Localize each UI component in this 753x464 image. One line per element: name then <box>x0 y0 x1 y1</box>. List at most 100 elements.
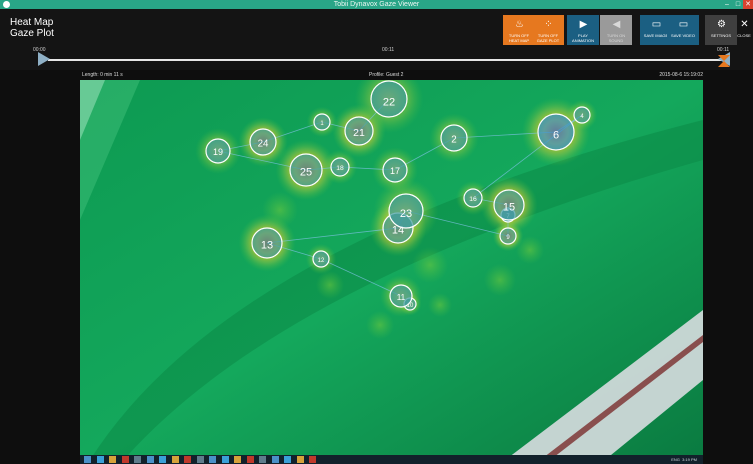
taskbar-app-icon[interactable] <box>284 456 291 463</box>
fixation-22[interactable]: 22 <box>370 80 408 118</box>
fixation-11[interactable]: 11 <box>389 284 413 308</box>
taskbar-app-icon[interactable] <box>159 456 166 463</box>
heat-spot-faint <box>262 192 298 228</box>
timeline: 00:00 00:11 00:11 <box>0 46 753 70</box>
gazeplot-button[interactable]: ⁘ TURN OFF GAZE PLOT <box>532 15 564 45</box>
heat-spot-faint <box>366 311 394 339</box>
close-button[interactable]: ✕ CLOSE <box>735 15 753 45</box>
toolbar-button-label: TURN ON SOUND <box>606 33 626 43</box>
fixation-15[interactable]: 15 <box>493 189 525 221</box>
heat-spot-faint <box>428 293 452 317</box>
sound-icon: ◀ <box>612 19 621 30</box>
taskbar-app-icon[interactable] <box>196 456 204 463</box>
length-label: Length: 0 min 11 s <box>82 72 123 78</box>
fixation-21[interactable]: 21 <box>344 116 374 146</box>
fixation-6[interactable]: 6 <box>537 113 575 151</box>
fixation-number: 24 <box>258 139 269 150</box>
heat-spot-faint <box>516 236 544 264</box>
toolbar-button-label: CLOSE <box>737 33 751 38</box>
taskbar-app-icon[interactable] <box>134 456 141 463</box>
visualization-modes: Heat Map Gaze Plot <box>10 17 54 39</box>
gear-button[interactable]: ⚙ SETTINGS <box>705 15 737 45</box>
window-close-button[interactable]: ✕ <box>743 0 753 9</box>
title-bar: Tobii Dynavox Gaze Viewer – □ ✕ <box>0 0 753 9</box>
fixation-2[interactable]: 2 <box>440 124 468 152</box>
taskbar-app-icon[interactable] <box>309 456 316 463</box>
window-title: Tobii Dynavox Gaze Viewer <box>333 1 420 8</box>
toolbar-button-label: SAVE IMAGE <box>643 33 669 38</box>
fixation-18[interactable]: 18 <box>330 157 350 177</box>
heatmap-button[interactable]: ♨ TURN OFF HEAT MAP <box>503 15 535 45</box>
mode-gaze-plot[interactable]: Gaze Plot <box>10 28 54 39</box>
taskbar-app-icon[interactable] <box>234 456 241 463</box>
fixation-number: 18 <box>336 165 344 172</box>
playhead-marker[interactable] <box>718 55 730 67</box>
heat-spot-faint <box>484 264 516 296</box>
taskbar-app-icon[interactable] <box>246 456 254 463</box>
fixation-number: 23 <box>400 208 412 220</box>
taskbar-app-icon[interactable] <box>184 456 191 463</box>
fixation-number: 21 <box>353 127 365 139</box>
fixation-number: 6 <box>553 129 559 141</box>
close-icon: ✕ <box>740 19 749 30</box>
fixation-number: 12 <box>318 258 325 264</box>
taskbar-app-icon[interactable] <box>121 456 129 463</box>
taskbar-app-icon[interactable] <box>221 456 229 463</box>
play-button[interactable]: ▶ PLAY ANIMATION <box>567 15 599 45</box>
maximize-button[interactable]: □ <box>733 0 743 9</box>
fixation-1[interactable]: 1 <box>313 113 331 131</box>
toolbar-button-label: PLAY ANIMATION <box>572 33 594 43</box>
fixation-25[interactable]: 25 <box>289 153 323 187</box>
fixation-number: 25 <box>300 167 312 179</box>
fixation-19[interactable]: 19 <box>205 138 231 164</box>
toolbar-button-label: SAVE VIDEO <box>671 33 695 38</box>
taskbar-app-icon[interactable] <box>109 456 116 463</box>
sound-button[interactable]: ◀ TURN ON SOUND <box>600 15 632 45</box>
taskbar-app-icon[interactable] <box>96 456 104 463</box>
embedded-taskbar: ENG 3:19 PM <box>80 455 703 464</box>
mode-heat-map[interactable]: Heat Map <box>10 17 54 28</box>
save-video-icon: ▭ <box>678 19 689 30</box>
tray-text: ENG 3:19 PM <box>671 457 697 462</box>
fixation-number: 22 <box>383 96 395 108</box>
fixation-4[interactable]: 4 <box>573 106 591 124</box>
heat-spot-faint <box>316 271 344 299</box>
taskbar-app-icon[interactable] <box>296 456 304 463</box>
fixation-24[interactable]: 24 <box>249 128 277 156</box>
fixation-9[interactable]: 9 <box>499 227 517 245</box>
toolbar-button-label: SETTINGS <box>710 33 731 38</box>
gear-icon: ⚙ <box>717 19 726 30</box>
fixation-number: 13 <box>261 239 273 251</box>
stimulus-view[interactable]: 124679101112131415161718192122232425 ENG… <box>80 80 703 464</box>
minimize-button[interactable]: – <box>722 0 732 9</box>
info-bar: Length: 0 min 11 s Profile: Guest 2 2015… <box>80 71 703 79</box>
gaze-canvas: 124679101112131415161718192122232425 <box>80 80 703 464</box>
fixation-23[interactable]: 23 <box>388 193 424 229</box>
date-label: 2015-08-6 15:19:02 <box>659 72 703 78</box>
fixation-17[interactable]: 17 <box>382 157 408 183</box>
taskbar-app-icon[interactable] <box>146 456 154 463</box>
fixation-number: 2 <box>451 135 456 146</box>
timeline-track[interactable] <box>48 59 730 61</box>
timeline-current-label: 00:11 <box>382 47 395 53</box>
taskbar-app-icon[interactable] <box>209 456 216 463</box>
toolbar-button-label: TURN OFF HEAT MAP <box>508 33 530 43</box>
fixation-12[interactable]: 12 <box>312 250 330 268</box>
header: Heat Map Gaze Plot ♨ TURN OFF HEAT MAP ⁘ TUR… <box>0 9 753 46</box>
taskbar-app-icon[interactable] <box>84 456 91 463</box>
fixation-number: 15 <box>503 201 515 213</box>
taskbar-app-icon[interactable] <box>259 456 266 463</box>
heat-spot-faint <box>412 247 448 283</box>
fixation-16[interactable]: 16 <box>463 188 483 208</box>
play-icon: ▶ <box>579 19 588 30</box>
taskbar-app-icon[interactable] <box>171 456 179 463</box>
save-video-button[interactable]: ▭ SAVE VIDEO <box>667 15 699 45</box>
fixation-number: 11 <box>397 293 406 302</box>
fixation-number: 17 <box>390 166 400 176</box>
range-start-handle[interactable] <box>38 52 50 66</box>
heatmap-icon: ♨ <box>515 19 524 30</box>
taskbar-app-icon[interactable] <box>271 456 279 463</box>
fixation-13[interactable]: 13 <box>251 227 283 259</box>
profile-label: Profile: Guest 2 <box>369 72 404 78</box>
toolbar-button-label: TURN OFF GAZE PLOT <box>536 33 560 43</box>
